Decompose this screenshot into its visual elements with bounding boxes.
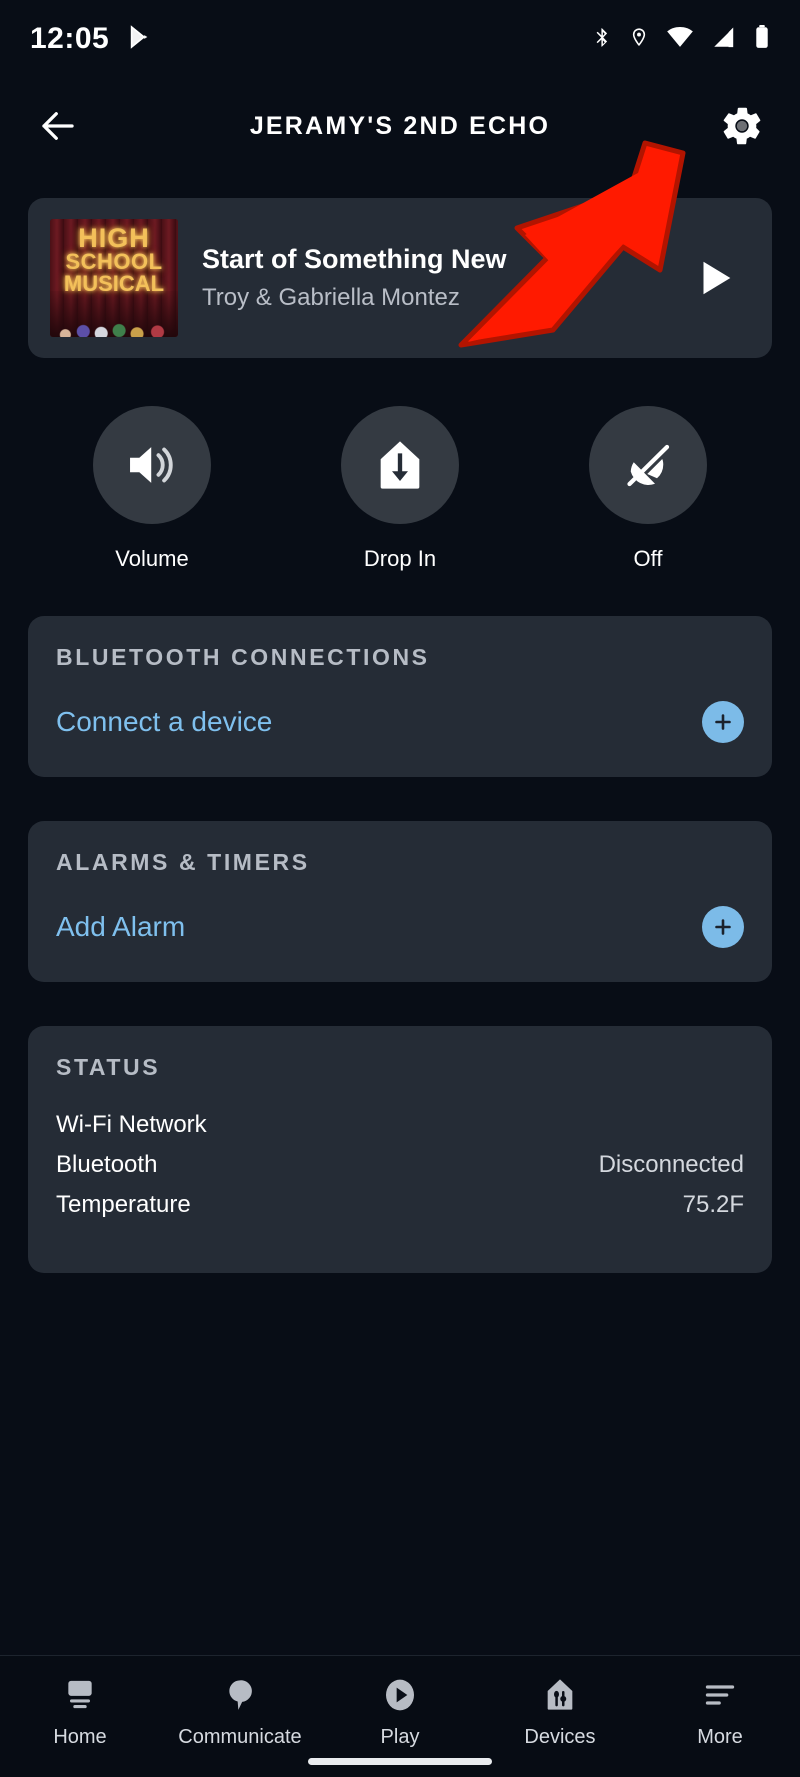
status-row: Temperature 75.2F bbox=[56, 1185, 744, 1225]
status-section-title: STATUS bbox=[56, 1054, 161, 1080]
connect-a-device-row[interactable]: Connect a device bbox=[56, 701, 744, 743]
status-list: Wi-Fi Network Bluetooth Disconnected Tem… bbox=[56, 1105, 744, 1225]
album-art: HIGH SCHOOL MUSICAL bbox=[50, 219, 178, 337]
status-key: Wi-Fi Network bbox=[56, 1111, 207, 1138]
play-store-icon bbox=[127, 23, 153, 56]
nav-label: Play bbox=[380, 1726, 420, 1748]
nav-label: Devices bbox=[524, 1726, 596, 1748]
quick-action-drop-in[interactable]: Drop In bbox=[276, 406, 524, 572]
quick-action-label: Volume bbox=[115, 546, 189, 571]
nav-item-devices[interactable]: Devices bbox=[480, 1672, 640, 1749]
quick-action-do-not-disturb[interactable]: Off bbox=[524, 406, 772, 572]
album-art-line-2: SCHOOL bbox=[65, 249, 163, 275]
nav-item-play[interactable]: Play bbox=[320, 1672, 480, 1749]
settings-gear-button[interactable] bbox=[714, 98, 770, 154]
home-icon bbox=[60, 1672, 100, 1718]
wifi-icon bbox=[666, 23, 694, 56]
nav-label: More bbox=[697, 1726, 743, 1748]
alarms-timers-card: ALARMS & TIMERS Add Alarm bbox=[28, 821, 772, 982]
do-not-disturb-button[interactable] bbox=[589, 406, 707, 524]
status-card: STATUS Wi-Fi Network Bluetooth Disconnec… bbox=[28, 1026, 772, 1273]
back-arrow-icon bbox=[42, 112, 74, 140]
quick-action-label: Drop In bbox=[363, 546, 437, 571]
drop-in-button[interactable] bbox=[341, 406, 459, 524]
play-circle-icon bbox=[380, 1672, 420, 1718]
track-artist: Troy & Gabriella Montez bbox=[202, 284, 460, 311]
device-detail-content: HIGH SCHOOL MUSICAL Start of Something N… bbox=[0, 198, 800, 1273]
now-playing-meta: Start of Something New Troy & Gabriella … bbox=[202, 244, 680, 312]
quick-action-volume[interactable]: Volume bbox=[28, 406, 276, 572]
system-status-bar: 12:05 bbox=[0, 0, 800, 78]
status-value: 75.2F bbox=[682, 1191, 744, 1218]
plus-icon bbox=[715, 919, 731, 935]
album-art-title: HIGH SCHOOL MUSICAL bbox=[50, 223, 178, 295]
bottom-navigation-bar: Home Communicate Play Devices More bbox=[0, 1655, 800, 1777]
play-icon bbox=[703, 261, 731, 295]
status-bar-clock: 12:05 bbox=[30, 22, 110, 55]
location-icon bbox=[629, 23, 649, 56]
track-title: Start of Something New bbox=[202, 244, 507, 274]
status-row: Bluetooth Disconnected bbox=[56, 1145, 744, 1185]
volume-button[interactable] bbox=[93, 406, 211, 524]
add-alarm-button[interactable] bbox=[702, 906, 744, 948]
bluetooth-connections-card: BLUETOOTH CONNECTIONS Connect a device bbox=[28, 616, 772, 777]
add-alarm-row[interactable]: Add Alarm bbox=[56, 906, 744, 948]
add-alarm-link[interactable]: Add Alarm bbox=[56, 911, 185, 943]
bluetooth-section-title: BLUETOOTH CONNECTIONS bbox=[56, 644, 430, 670]
nav-item-home[interactable]: Home bbox=[0, 1672, 160, 1749]
status-bar-system-icons bbox=[591, 23, 770, 56]
status-key: Temperature bbox=[56, 1191, 191, 1218]
gesture-home-indicator[interactable] bbox=[308, 1758, 492, 1765]
drop-in-icon bbox=[380, 441, 420, 489]
status-row: Wi-Fi Network bbox=[56, 1105, 744, 1145]
quick-actions-row: Volume Drop In Off bbox=[28, 406, 772, 572]
now-playing-card[interactable]: HIGH SCHOOL MUSICAL Start of Something N… bbox=[28, 198, 772, 358]
connect-a-device-link[interactable]: Connect a device bbox=[56, 706, 272, 738]
app-bar: JERAMY'S 2ND ECHO bbox=[0, 78, 800, 174]
nav-label: Communicate bbox=[178, 1726, 302, 1748]
status-bar-notification-icons bbox=[127, 23, 153, 56]
cellular-signal-icon bbox=[711, 23, 737, 56]
alarms-section-title: ALARMS & TIMERS bbox=[56, 849, 310, 875]
page-title: JERAMY'S 2ND ECHO bbox=[249, 111, 551, 140]
status-value: Disconnected bbox=[598, 1151, 744, 1178]
volume-icon bbox=[130, 447, 173, 483]
do-not-disturb-icon bbox=[627, 444, 670, 487]
play-button[interactable] bbox=[680, 253, 750, 303]
album-art-cast bbox=[50, 291, 178, 337]
nav-item-more[interactable]: More bbox=[640, 1672, 800, 1749]
bluetooth-icon bbox=[591, 23, 612, 56]
communicate-icon bbox=[220, 1672, 260, 1718]
more-icon bbox=[700, 1672, 740, 1718]
status-key: Bluetooth bbox=[56, 1151, 158, 1178]
add-bluetooth-device-button[interactable] bbox=[702, 701, 744, 743]
gear-icon bbox=[723, 107, 761, 145]
devices-icon bbox=[540, 1672, 580, 1718]
battery-icon bbox=[754, 23, 770, 56]
plus-icon bbox=[715, 714, 731, 730]
quick-action-label: Off bbox=[633, 546, 663, 571]
nav-item-communicate[interactable]: Communicate bbox=[160, 1672, 320, 1749]
album-art-line-1: HIGH bbox=[78, 223, 150, 253]
back-button[interactable] bbox=[30, 98, 86, 154]
nav-label: Home bbox=[53, 1726, 107, 1748]
